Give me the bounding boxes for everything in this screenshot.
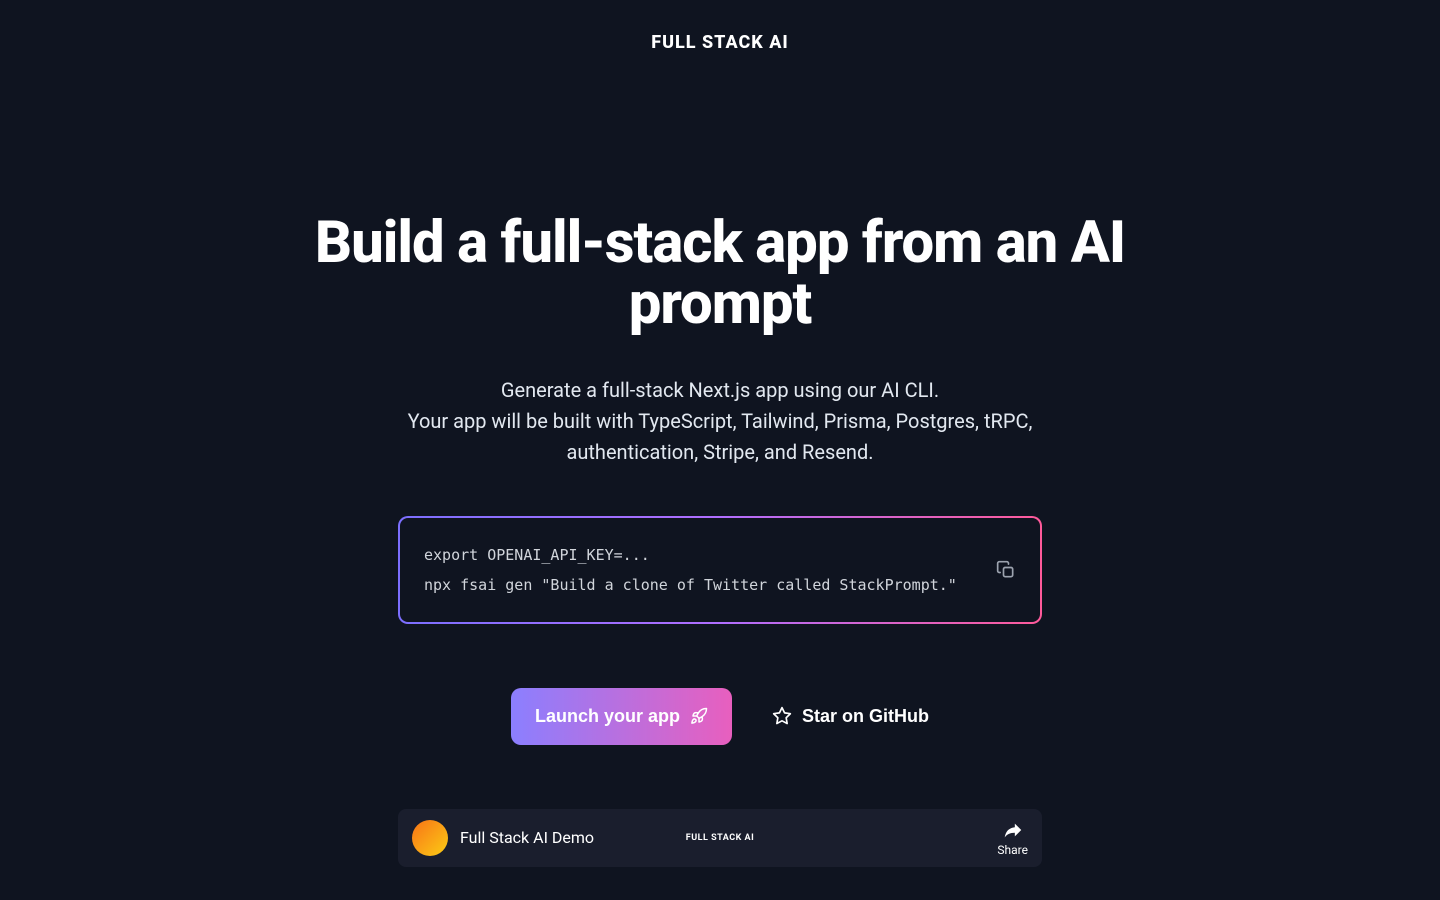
code-block-wrapper: export OPENAI_API_KEY=... npx fsai gen "… (398, 516, 1042, 624)
rocket-icon (690, 707, 708, 725)
video-header: Full Stack AI Demo FULL STACK AI Share (398, 809, 1042, 867)
video-header-left: Full Stack AI Demo (412, 820, 594, 856)
hero-section: Build a full-stack app from an AI prompt… (0, 53, 1440, 867)
share-icon (1002, 819, 1024, 841)
github-button-label: Star on GitHub (802, 706, 929, 727)
video-share[interactable]: Share (997, 819, 1028, 857)
code-content: export OPENAI_API_KEY=... npx fsai gen "… (424, 540, 980, 600)
launch-button-label: Launch your app (535, 706, 680, 727)
video-embed[interactable]: Full Stack AI Demo FULL STACK AI Share (398, 809, 1042, 867)
code-block: export OPENAI_API_KEY=... npx fsai gen "… (400, 518, 1040, 622)
header: FULL STACK AI (0, 0, 1440, 53)
logo[interactable]: FULL STACK AI (0, 32, 1440, 53)
button-group: Launch your app Star on GitHub (511, 688, 929, 745)
hero-description: Generate a full-stack Next.js app using … (370, 375, 1070, 468)
share-label: Share (997, 843, 1028, 857)
avatar[interactable] (412, 820, 448, 856)
video-title[interactable]: Full Stack AI Demo (460, 828, 594, 847)
github-button[interactable]: Star on GitHub (772, 706, 929, 727)
star-icon (772, 706, 792, 726)
copy-icon (996, 560, 1016, 580)
launch-button[interactable]: Launch your app (511, 688, 732, 745)
video-center-logo: FULL STACK AI (686, 833, 755, 843)
video-center: FULL STACK AI (686, 833, 755, 843)
hero-title: Build a full-stack app from an AI prompt (270, 213, 1170, 335)
copy-button[interactable] (996, 560, 1016, 580)
